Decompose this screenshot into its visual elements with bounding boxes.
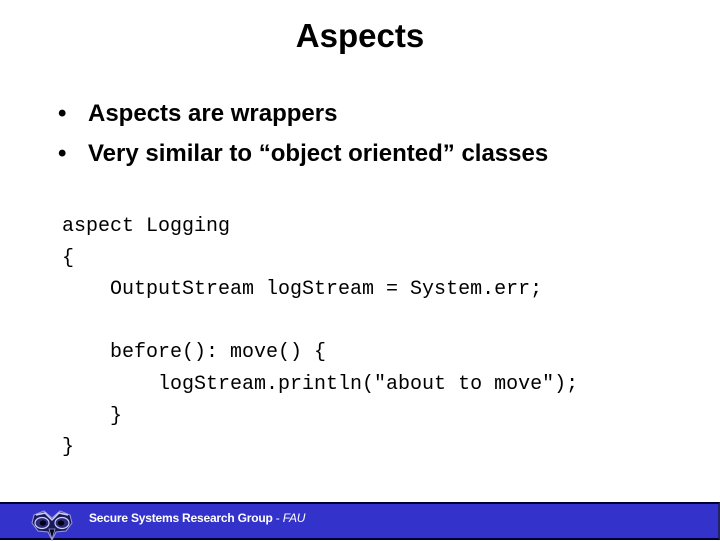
code-block: aspect Logging { OutputStream logStream … xyxy=(62,211,578,464)
institution-name: FAU xyxy=(282,511,306,525)
group-name: Secure Systems Research Group xyxy=(89,511,273,525)
footer-caption: Secure Systems Research Group - FAU xyxy=(89,511,305,525)
owl-logo-icon xyxy=(31,510,73,541)
slide-title: Aspects xyxy=(295,17,425,54)
code-line: aspect Logging xyxy=(62,215,231,238)
code-line: } xyxy=(62,436,75,460)
footer-separator: - xyxy=(272,511,283,525)
bullet-list: • Aspects are wrappers • Very similar to… xyxy=(58,94,548,174)
bullet-item: • Aspects are wrappers xyxy=(58,94,548,134)
bullet-marker: • xyxy=(58,140,67,167)
bullet-text: Aspects are wrappers xyxy=(88,100,338,127)
code-line: { xyxy=(62,246,75,270)
code-line: OutputStream logStream = System.err; xyxy=(62,278,543,302)
bullet-marker: • xyxy=(58,100,67,127)
code-line: logStream.println("about to move"); xyxy=(62,372,579,396)
footer-bar: Secure Systems Research Group - FAU xyxy=(0,502,720,541)
code-line: } xyxy=(62,404,123,428)
bullet-text: Very similar to “object oriented” classe… xyxy=(88,140,549,167)
bullet-item: • Very similar to “object oriented” clas… xyxy=(58,134,548,174)
code-line: before(): move() { xyxy=(62,341,327,365)
